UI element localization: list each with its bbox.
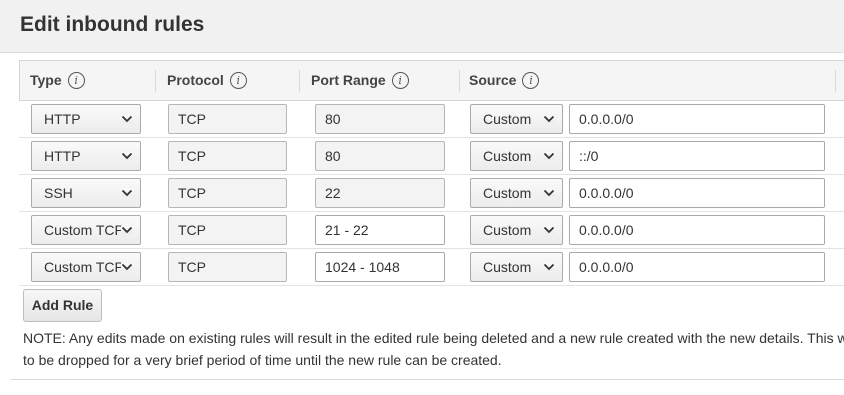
type-select[interactable]: HTTP	[31, 141, 141, 171]
table-row: SSH TCP 22 Custom 0.0.0.0/0	[19, 175, 844, 212]
note-line-2: to be dropped for a very brief period of…	[23, 352, 502, 368]
table-row: HTTP TCP 80 Custom 0.0.0.0/0	[19, 101, 844, 138]
info-icon[interactable]: i	[522, 71, 540, 89]
source-type-select[interactable]: Custom	[470, 141, 563, 171]
type-select[interactable]: HTTP	[31, 104, 141, 134]
chevron-down-icon	[543, 226, 555, 234]
chevron-down-icon	[121, 226, 133, 234]
source-type-select[interactable]: Custom	[470, 104, 563, 134]
column-header-source: Source i	[469, 61, 540, 100]
protocol-field: TCP	[168, 141, 287, 171]
source-cidr-input[interactable]: 0.0.0.0/0	[569, 178, 825, 208]
chevron-down-icon	[543, 152, 555, 160]
type-select-value: SSH	[44, 185, 73, 201]
type-select[interactable]: Custom TCP	[31, 252, 141, 282]
info-icon[interactable]: i	[67, 71, 85, 89]
type-select-value: HTTP	[44, 148, 81, 164]
column-divider	[459, 70, 460, 92]
type-select-value: Custom TCP	[44, 259, 124, 275]
port-range-field: 22	[315, 178, 445, 208]
source-type-select-value: Custom	[483, 222, 532, 238]
chevron-down-icon	[121, 263, 133, 271]
chevron-down-icon	[543, 263, 555, 271]
chevron-down-icon	[121, 189, 133, 197]
source-type-select-value: Custom	[483, 259, 532, 275]
type-select-value: Custom TCP	[44, 222, 124, 238]
chevron-down-icon	[543, 115, 555, 123]
column-header-type-label: Type	[30, 72, 62, 88]
source-cidr-input[interactable]: 0.0.0.0/0	[569, 252, 825, 282]
column-divider	[299, 70, 300, 92]
column-divider	[835, 70, 836, 92]
column-header-protocol: Protocol i	[167, 61, 247, 100]
info-icon[interactable]: i	[391, 71, 409, 89]
column-header-type: Type i	[30, 61, 85, 100]
column-header-protocol-label: Protocol	[167, 72, 224, 88]
source-cidr-input[interactable]: 0.0.0.0/0	[569, 104, 825, 134]
inbound-rules-table: Type i Protocol i Port Range i Source i HTTP…	[19, 60, 844, 286]
port-range-input[interactable]: 21 - 22	[315, 215, 445, 245]
table-header-row: Type i Protocol i Port Range i Source i	[19, 60, 844, 101]
chevron-down-icon	[543, 189, 555, 197]
source-cidr-input[interactable]: 0.0.0.0/0	[569, 215, 825, 245]
column-header-port-range: Port Range i	[311, 61, 409, 100]
protocol-field: TCP	[168, 215, 287, 245]
table-row: HTTP TCP 80 Custom ::/0	[19, 138, 844, 175]
note-text: NOTE: Any edits made on existing rules w…	[23, 327, 844, 371]
chevron-down-icon	[121, 152, 133, 160]
column-divider	[155, 70, 156, 92]
table-row: Custom TCP TCP 21 - 22 Custom 0.0.0.0/0	[19, 212, 844, 249]
divider	[11, 379, 844, 380]
port-range-field: 80	[315, 104, 445, 134]
info-icon[interactable]: i	[229, 71, 247, 89]
note-line-1: NOTE: Any edits made on existing rules w…	[23, 330, 844, 346]
chevron-down-icon	[121, 115, 133, 123]
type-select-value: HTTP	[44, 111, 81, 127]
dialog-header: Edit inbound rules	[0, 0, 844, 53]
column-header-port-range-label: Port Range	[311, 72, 386, 88]
type-select[interactable]: Custom TCP	[31, 215, 141, 245]
table-row: Custom TCP TCP 1024 - 1048 Custom 0.0.0.…	[19, 249, 844, 286]
protocol-field: TCP	[168, 252, 287, 282]
source-type-select[interactable]: Custom	[470, 178, 563, 208]
dialog-title: Edit inbound rules	[20, 13, 205, 36]
source-type-select-value: Custom	[483, 111, 532, 127]
port-range-input[interactable]: 1024 - 1048	[315, 252, 445, 282]
source-type-select-value: Custom	[483, 185, 532, 201]
port-range-field: 80	[315, 141, 445, 171]
source-type-select[interactable]: Custom	[470, 252, 563, 282]
type-select[interactable]: SSH	[31, 178, 141, 208]
column-header-source-label: Source	[469, 72, 517, 88]
source-type-select[interactable]: Custom	[470, 215, 563, 245]
protocol-field: TCP	[168, 104, 287, 134]
protocol-field: TCP	[168, 178, 287, 208]
source-cidr-input[interactable]: ::/0	[569, 141, 825, 171]
add-rule-button[interactable]: Add Rule	[23, 289, 102, 322]
source-type-select-value: Custom	[483, 148, 532, 164]
